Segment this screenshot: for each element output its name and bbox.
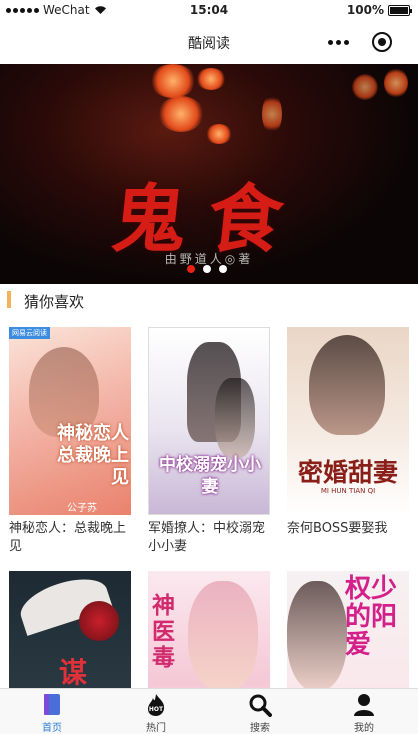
book-icon — [44, 694, 60, 715]
tab-search-label: 搜索 — [250, 723, 270, 734]
banner-carousel[interactable]: 鬼食 由野道人◎著 — [0, 64, 418, 284]
lantern-decoration — [352, 74, 378, 100]
lantern-decoration — [196, 68, 226, 90]
section-accent-bar — [7, 291, 11, 308]
lantern-decoration — [206, 124, 232, 144]
carousel-dot[interactable] — [219, 265, 227, 273]
cover-portrait — [188, 581, 258, 691]
cover-badge: 网易云阅读 — [9, 327, 50, 339]
book-card[interactable]: 中校溺宠小小妻 军婚撩人：中校溺宠小小妻 — [148, 327, 270, 556]
flower-decoration — [79, 601, 119, 641]
lantern-decoration — [158, 96, 204, 132]
cover-subtitle: MI HUN TIAN QI — [320, 487, 376, 495]
user-icon — [354, 694, 374, 716]
cover-title: 密婚甜妻 — [297, 458, 398, 487]
battery-area: 100% — [346, 3, 412, 17]
page-title: 酷阅读 — [188, 36, 230, 52]
cover-title: 神秘恋人 总裁晚上见 — [57, 423, 129, 488]
cover-portrait — [309, 335, 385, 435]
svg-text:HOT: HOT — [149, 706, 164, 713]
book-card[interactable]: 密婚甜妻 MI HUN TIAN QI 奈何BOSS要娶我 — [287, 327, 409, 538]
hot-fire-icon: HOT — [148, 694, 165, 716]
tab-home-label: 首页 — [42, 723, 62, 734]
lantern-decoration — [262, 94, 282, 134]
tab-hot[interactable]: HOT 热门 — [126, 692, 186, 734]
carousel-dot[interactable] — [203, 265, 211, 273]
cover-portrait — [215, 378, 255, 458]
bottom-tab-bar: 首页 HOT 热门 搜索 我的 — [0, 688, 418, 734]
carousel-dot-active[interactable] — [187, 265, 195, 273]
cover-title: 中校溺宠小小妻 — [159, 455, 261, 497]
cover-title: 神医毒 — [152, 592, 175, 671]
tab-mine-label: 我的 — [354, 723, 374, 734]
book-title[interactable]: 军婚撩人：中校溺宠小小妻 — [148, 520, 270, 556]
book-card[interactable]: 网易云阅读 神秘恋人 总裁晚上见 公子苏 神秘恋人：总裁晚上见 — [9, 327, 131, 556]
cover-portrait — [287, 581, 347, 691]
book-cover[interactable]: 中校溺宠小小妻 — [148, 327, 270, 515]
close-miniprogram-icon[interactable] — [372, 32, 392, 52]
book-title[interactable]: 神秘恋人：总裁晚上见 — [9, 520, 131, 556]
book-cover[interactable]: 网易云阅读 神秘恋人 总裁晚上见 公子苏 — [9, 327, 131, 515]
book-cover[interactable]: 密婚甜妻 MI HUN TIAN QI — [287, 327, 409, 515]
search-icon — [249, 694, 272, 717]
tab-hot-label: 热门 — [146, 723, 166, 734]
tab-mine[interactable]: 我的 — [334, 692, 394, 734]
battery-icon — [388, 4, 412, 16]
section-title: 猜你喜欢 — [24, 293, 85, 311]
status-bar: WeChat 15:04 100% — [0, 0, 418, 22]
navigation-bar: 酷阅读 — [0, 22, 418, 62]
cover-title: 谋 — [59, 656, 88, 689]
cover-author: 公子苏 — [67, 503, 97, 514]
cover-title: 权少的阳爱 — [345, 574, 398, 660]
battery-percent: 100% — [346, 3, 384, 17]
carousel-indicator[interactable] — [187, 265, 227, 273]
recommend-section-header: 猜你喜欢 — [0, 287, 418, 315]
lantern-decoration — [150, 64, 196, 98]
lantern-decoration — [384, 68, 408, 98]
book-title[interactable]: 奈何BOSS要娶我 — [287, 520, 409, 538]
tab-home[interactable]: 首页 — [22, 692, 82, 734]
more-options-icon[interactable] — [328, 40, 349, 45]
tab-search[interactable]: 搜索 — [230, 692, 290, 734]
